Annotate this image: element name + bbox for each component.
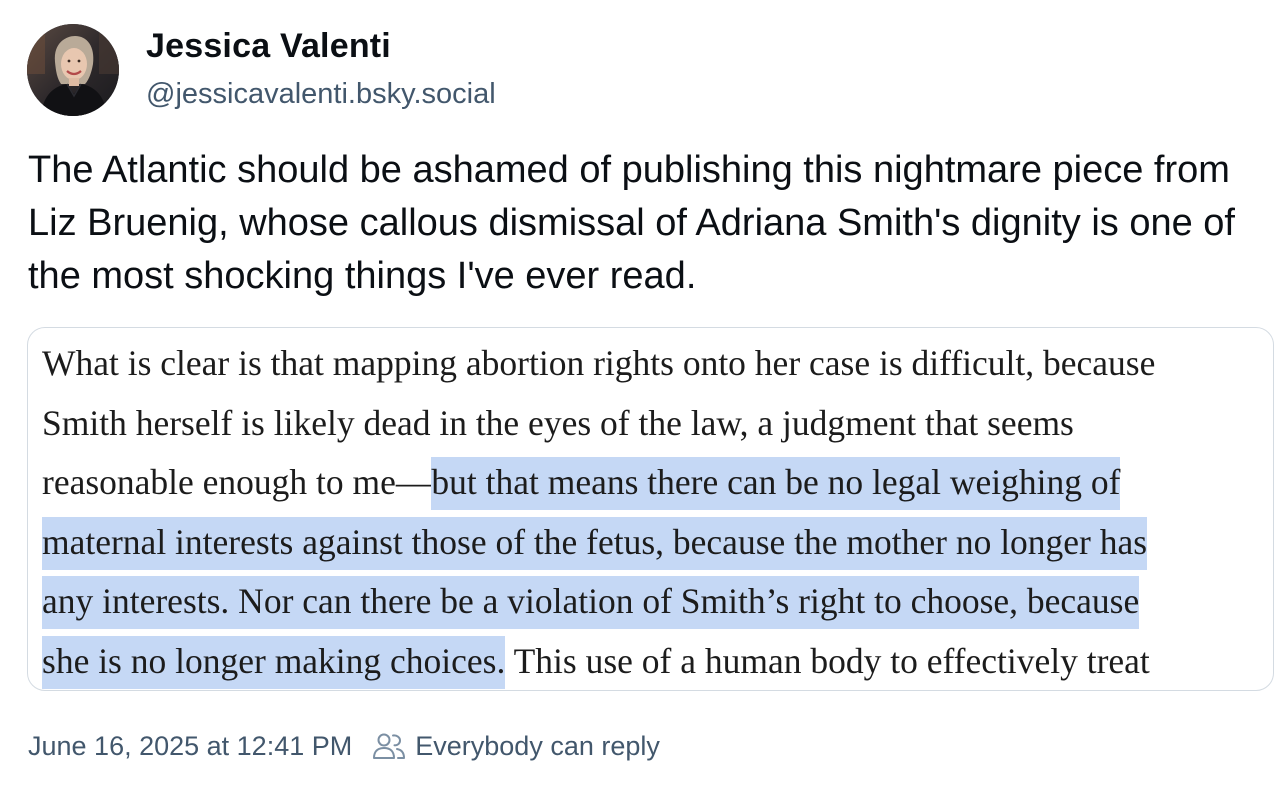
- embedded-image[interactable]: What is clear is that mapping abortion r…: [27, 327, 1274, 691]
- excerpt-text: reasonable enough to me—: [42, 462, 432, 502]
- reply-setting[interactable]: Everybody can reply: [372, 731, 660, 762]
- author-handle[interactable]: @jessicavalenti.bsky.social: [146, 78, 496, 111]
- excerpt-highlight: any interests. Nor can there be a violat…: [42, 576, 1140, 629]
- excerpt-text: What is clear is that mapping abortion r…: [42, 343, 1156, 383]
- post-text: The Atlantic should be ashamed of publis…: [28, 149, 1235, 297]
- excerpt-line: she is no longer making choices. This us…: [42, 632, 1262, 691]
- excerpt-highlight: maternal interests against those of the …: [42, 516, 1148, 570]
- article-excerpt: What is clear is that mapping abortion r…: [42, 334, 1262, 691]
- excerpt-text: This use of a human body to effectively …: [505, 640, 1150, 681]
- excerpt-highlight: but that means there can be no legal wei…: [431, 457, 1121, 510]
- excerpt-line: any interests. Nor can there be a violat…: [42, 572, 1262, 632]
- reply-setting-label: Everybody can reply: [415, 730, 660, 761]
- avatar-photo-icon: [27, 24, 119, 116]
- people-icon: [373, 733, 406, 759]
- post-timestamp[interactable]: June 16, 2025 at 12:41 PM: [28, 731, 352, 762]
- author-avatar[interactable]: [27, 24, 119, 116]
- excerpt-text: Smith herself is likely dead in the eyes…: [42, 402, 1074, 443]
- post-meta: June 16, 2025 at 12:41 PM Everybody can …: [28, 728, 660, 764]
- excerpt-line: What is clear is that mapping abortion r…: [42, 334, 1262, 394]
- excerpt-line: reasonable enough to me—but that means t…: [42, 453, 1262, 513]
- excerpt-line: Smith herself is likely dead in the eyes…: [42, 394, 1262, 454]
- excerpt-line: maternal interests against those of the …: [42, 513, 1262, 573]
- post: Jessica Valenti @jessicavalenti.bsky.soc…: [0, 0, 1286, 790]
- excerpt-highlight: she is no longer making choices.: [42, 635, 506, 689]
- author-display-name[interactable]: Jessica Valenti: [146, 27, 391, 66]
